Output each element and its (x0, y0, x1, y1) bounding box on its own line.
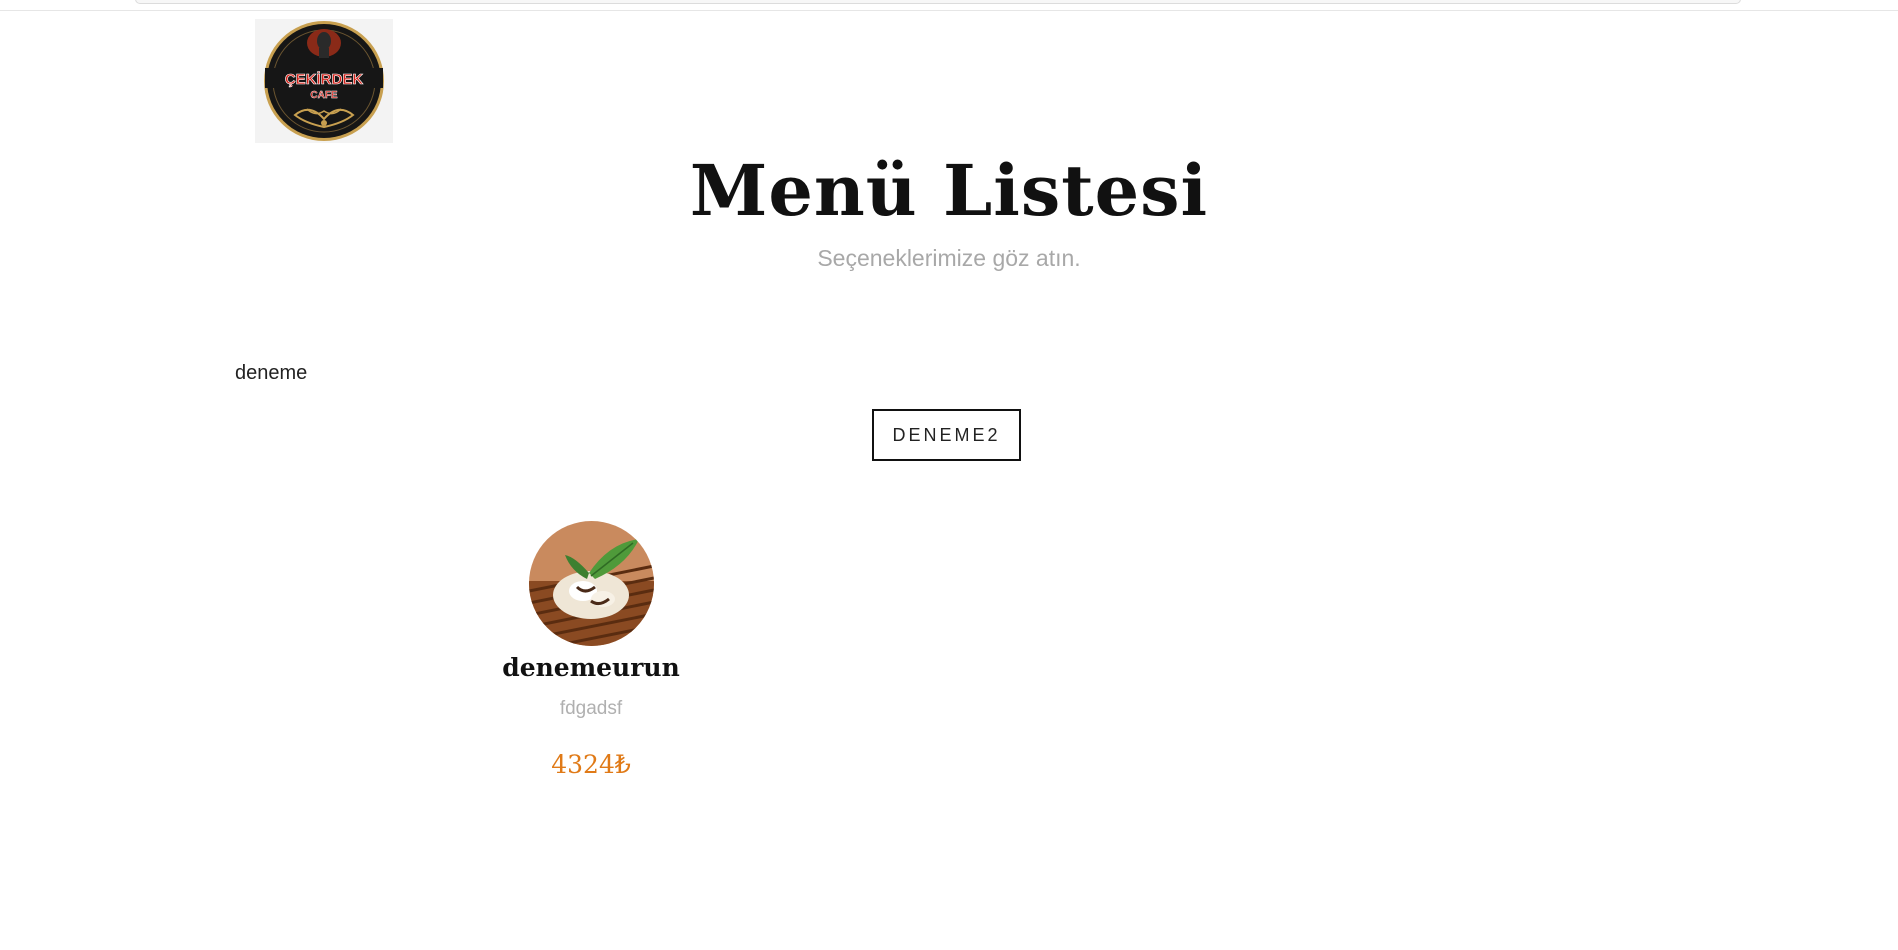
category-filter-button[interactable]: DENEME2 (872, 409, 1021, 461)
menu-item-image (529, 521, 654, 646)
logo-image: ÇEKİRDEK CAFE (264, 21, 384, 141)
page-subtitle: Seçeneklerimize göz atın. (817, 245, 1081, 271)
menu-item-description: fdgadsf (559, 698, 623, 719)
page-title: Menü Listesi (689, 149, 1209, 232)
logo-text-line1: ÇEKİRDEK (285, 71, 364, 88)
page: ÇEKİRDEK CAFE Menü Listesi Seçeneklerimi… (0, 0, 1898, 950)
menu-item-name: denemeurun (502, 653, 680, 682)
logo-text-line2: CAFE (310, 90, 338, 101)
category-label: deneme (235, 362, 308, 384)
menu-item-price: 4324₺ (551, 750, 631, 779)
cafe-logo[interactable]: ÇEKİRDEK CAFE (255, 19, 393, 143)
top-bar-edge (135, 0, 1741, 4)
top-bar (0, 0, 1898, 11)
